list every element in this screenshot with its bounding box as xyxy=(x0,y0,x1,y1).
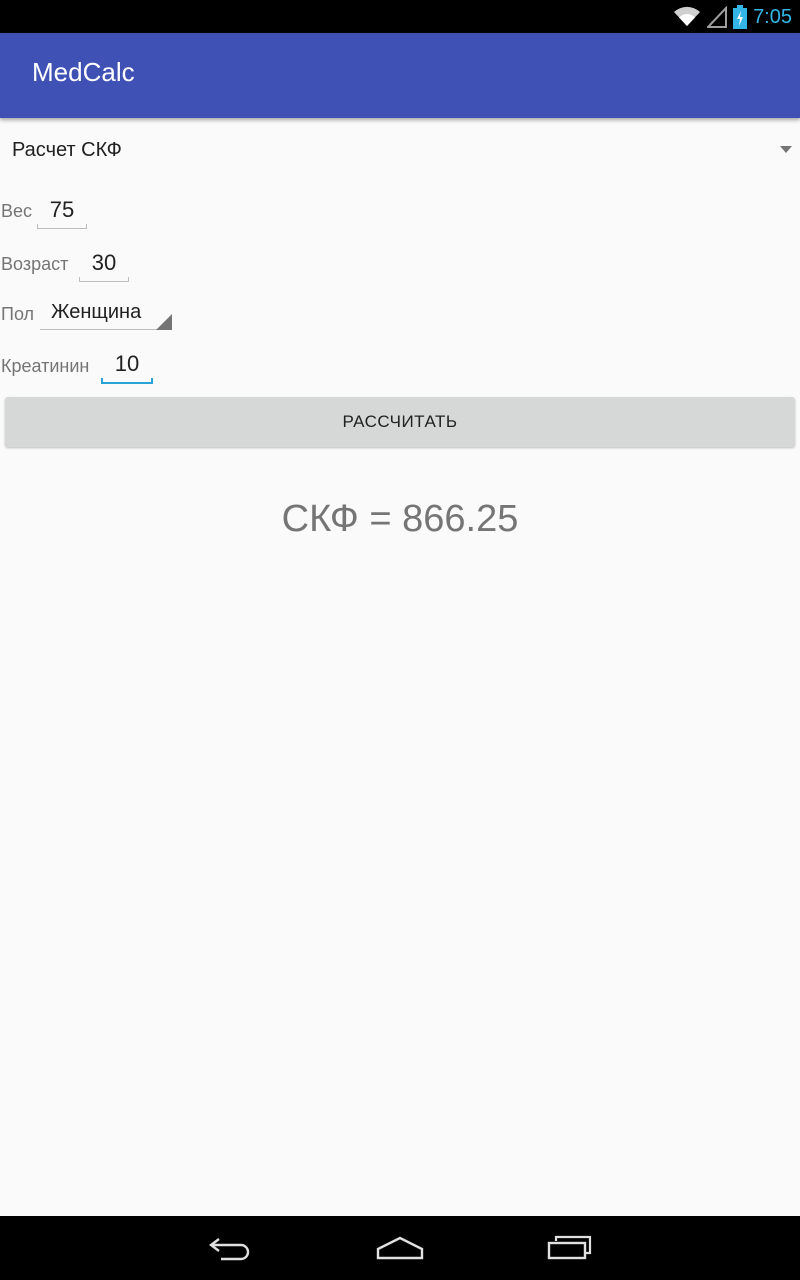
calculate-button[interactable]: РАССЧИТАТЬ xyxy=(5,397,795,447)
home-icon xyxy=(376,1236,424,1260)
creatinine-input-underline xyxy=(101,378,153,384)
back-button[interactable] xyxy=(200,1230,260,1266)
gender-dropdown[interactable]: Женщина xyxy=(40,298,172,332)
weight-input-underline xyxy=(37,224,87,229)
gender-selected: Женщина xyxy=(51,301,142,323)
navigation-bar xyxy=(0,1216,800,1280)
status-time: 7:05 xyxy=(753,5,792,28)
recents-icon xyxy=(547,1235,592,1260)
wifi-icon xyxy=(674,6,701,26)
dropdown-arrow-icon xyxy=(780,146,792,153)
result-text: СКФ = 866.25 xyxy=(281,498,519,540)
weight-input[interactable]: 75 xyxy=(38,197,86,223)
recents-button[interactable] xyxy=(540,1230,600,1266)
calculation-type-dropdown[interactable]: Расчет СКФ xyxy=(0,125,800,177)
signal-icon xyxy=(707,6,728,28)
age-input-underline xyxy=(79,277,129,282)
app-title: MedCalc xyxy=(32,57,135,87)
gender-label: Пол xyxy=(1,304,35,324)
creatinine-input[interactable]: 10 xyxy=(102,351,152,377)
weight-label: Вес xyxy=(1,201,33,221)
home-button[interactable] xyxy=(370,1230,430,1266)
creatinine-label: Креатинин xyxy=(1,356,90,376)
gender-dropdown-underline xyxy=(40,329,172,330)
age-label: Возраст xyxy=(1,254,69,274)
status-bar: 7:05 xyxy=(0,0,800,33)
calculation-type-selected: Расчет СКФ xyxy=(12,139,122,161)
status-icons: 7:05 xyxy=(673,4,792,30)
battery-charging-icon xyxy=(733,5,748,29)
app-bar: MedCalc xyxy=(0,33,800,118)
back-icon xyxy=(209,1238,250,1261)
age-input[interactable]: 30 xyxy=(80,250,128,276)
dropdown-corner-icon xyxy=(156,314,172,330)
